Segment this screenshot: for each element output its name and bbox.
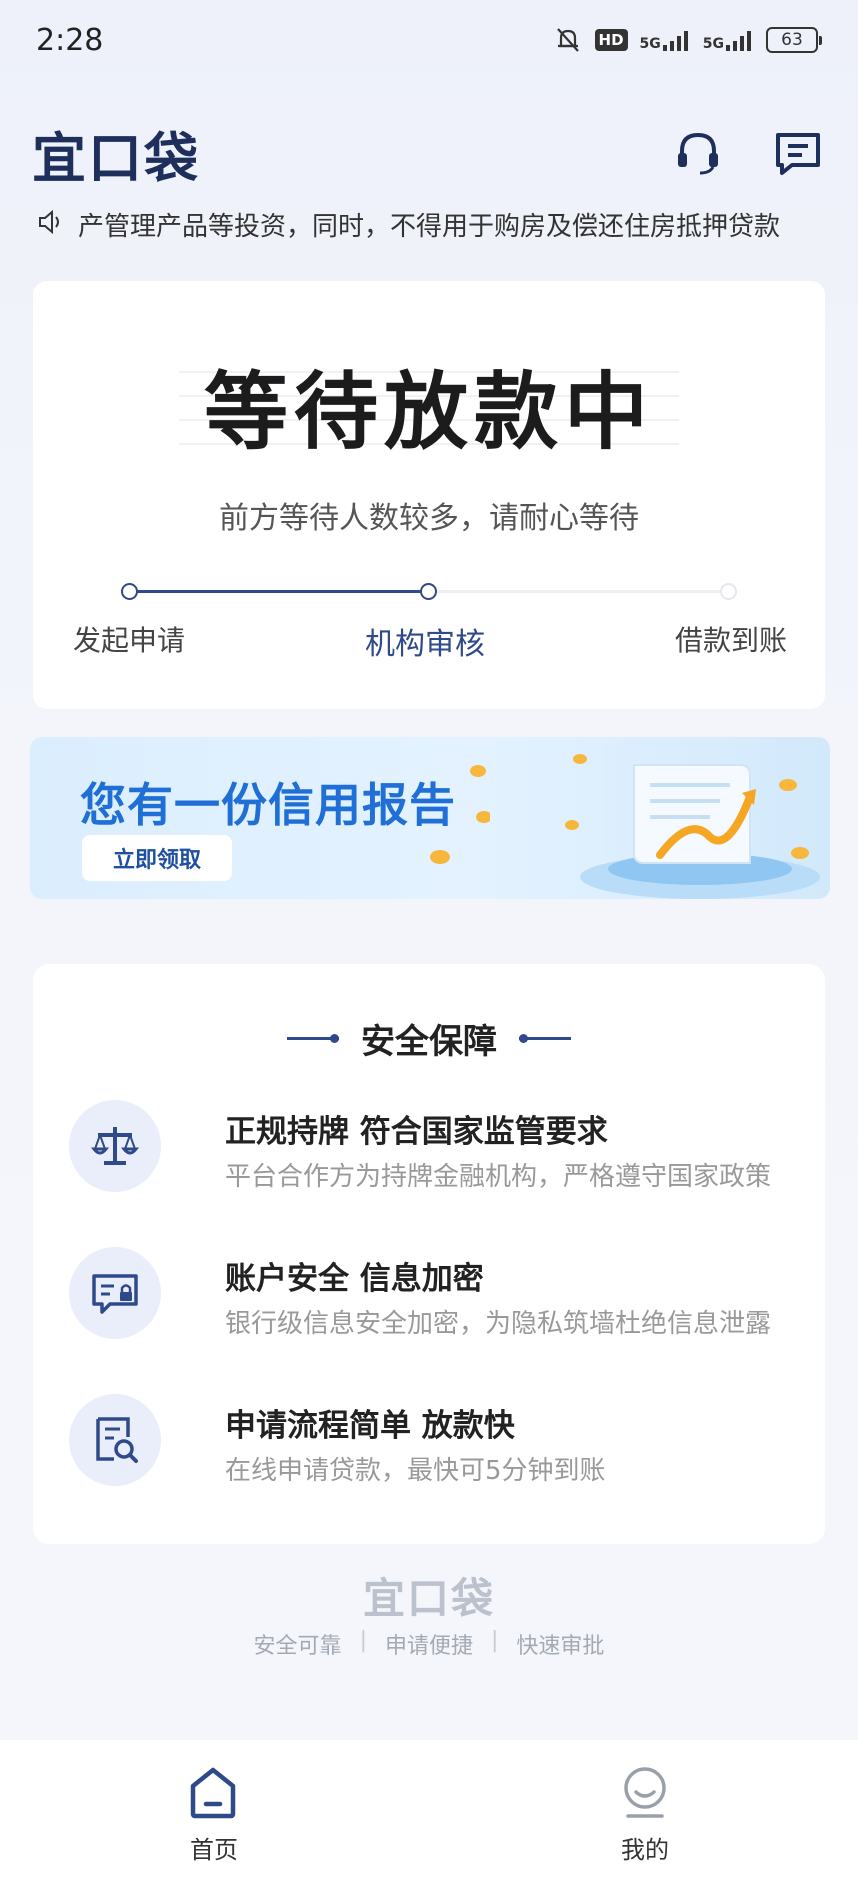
feature-item: 账户安全 信息加密 银行级信息安全加密，为隐私筑墙杜绝信息泄露 xyxy=(69,1247,809,1347)
tag-divider: | xyxy=(491,1628,499,1653)
battery-icon: 63 xyxy=(766,27,822,53)
network-type-2: 5G xyxy=(702,36,724,52)
feature-desc: 在线申请贷款，最快可5分钟到账 xyxy=(225,1456,606,1486)
notice-bar[interactable]: 产管理产品等投资，同时，不得用于购房及偿还住房抵押贷款 xyxy=(36,204,826,244)
feature-desc: 平台合作方为持牌金融机构，严格遵守国家政策 xyxy=(225,1162,772,1192)
status-time: 2:28 xyxy=(36,22,104,58)
step-label-apply: 发起申请 xyxy=(73,624,186,657)
feature-desc: 银行级信息安全加密，为隐私筑墙杜绝信息泄露 xyxy=(225,1309,772,1339)
tag-divider: | xyxy=(359,1628,367,1653)
claim-now-button[interactable]: 立即领取 xyxy=(82,835,232,881)
footer-tag: 申请便捷 xyxy=(384,1634,473,1659)
heading-deco-left xyxy=(287,1034,339,1043)
step-dot-2 xyxy=(420,583,437,600)
secure-id-icon xyxy=(69,1247,161,1339)
scale-icon xyxy=(69,1100,161,1192)
safety-card: 安全保障 正规持牌 符合国家监管要求 平台合作方为持牌金融机构，严格遵守国家政策… xyxy=(33,964,825,1544)
footer-brand-logo: 宜口袋 xyxy=(362,1574,495,1623)
progress-line-todo xyxy=(429,590,731,593)
document-search-icon xyxy=(69,1394,161,1486)
footer-tag: 快速审批 xyxy=(516,1634,605,1659)
footer-tag: 安全可靠 xyxy=(253,1634,342,1659)
status-title-wrap: 等待放款中 xyxy=(179,349,679,461)
step-label-review: 机构审核 xyxy=(365,627,485,662)
progress-steps: 发起申请 机构审核 借款到账 xyxy=(33,581,825,681)
hd-badge: HD xyxy=(594,29,628,51)
footer-tags: 安全可靠 | 申请便捷 | 快速审批 xyxy=(0,1628,858,1660)
loan-status-card: 等待放款中 前方等待人数较多，请耐心等待 发起申请 机构审核 借款到账 xyxy=(33,281,825,709)
step-dot-3 xyxy=(720,583,737,600)
tab-mine-label: 我的 xyxy=(621,1836,669,1864)
app-header: 宜口袋 xyxy=(0,108,858,198)
status-title: 等待放款中 xyxy=(203,362,654,461)
home-icon xyxy=(190,1767,236,1819)
feature-item: 申请流程简单 放款快 在线申请贷款，最快可5分钟到账 xyxy=(69,1394,809,1494)
coin-decoration-icon xyxy=(430,765,490,864)
signal-1: 5G xyxy=(640,29,691,51)
safety-title: 安全保障 xyxy=(361,1022,497,1062)
profile-icon xyxy=(624,1767,666,1818)
feature-title: 申请流程简单 放款快 xyxy=(225,1408,515,1444)
tab-home[interactable]: 首页 xyxy=(0,1740,429,1894)
safety-heading: 安全保障 xyxy=(33,1014,825,1063)
network-type-1: 5G xyxy=(639,36,661,52)
mute-bell-icon xyxy=(553,25,583,55)
step-dot-1 xyxy=(121,583,138,600)
message-icon[interactable] xyxy=(772,127,824,179)
status-icons: HD 5G 5G 63 xyxy=(553,25,822,55)
step-label-disburse: 借款到账 xyxy=(675,624,788,657)
feature-title: 正规持牌 符合国家监管要求 xyxy=(225,1114,608,1150)
feature-title: 账户安全 信息加密 xyxy=(225,1261,484,1297)
banner-title: 您有一份信用报告 xyxy=(80,778,456,832)
status-subtitle: 前方等待人数较多，请耐心等待 xyxy=(219,501,639,536)
heading-deco-right xyxy=(519,1034,571,1043)
credit-report-banner[interactable]: 您有一份信用报告 立即领取 xyxy=(30,737,830,899)
header-actions xyxy=(672,127,824,179)
customer-service-icon[interactable] xyxy=(672,127,724,179)
tab-home-label: 首页 xyxy=(190,1836,238,1864)
tab-mine[interactable]: 我的 xyxy=(429,1740,858,1894)
status-bar: 2:28 HD 5G 5G 63 xyxy=(0,0,858,80)
signal-2: 5G xyxy=(703,29,754,51)
notice-text: 产管理产品等投资，同时，不得用于购房及偿还住房抵押贷款 xyxy=(78,211,781,242)
report-illustration-icon xyxy=(565,754,820,899)
progress-line-done xyxy=(129,590,429,593)
speaker-icon xyxy=(36,208,64,240)
feature-item: 正规持牌 符合国家监管要求 平台合作方为持牌金融机构，严格遵守国家政策 xyxy=(69,1100,809,1200)
bottom-tab-bar: 首页 我的 xyxy=(0,1740,858,1894)
app-logo: 宜口袋 xyxy=(32,126,200,190)
